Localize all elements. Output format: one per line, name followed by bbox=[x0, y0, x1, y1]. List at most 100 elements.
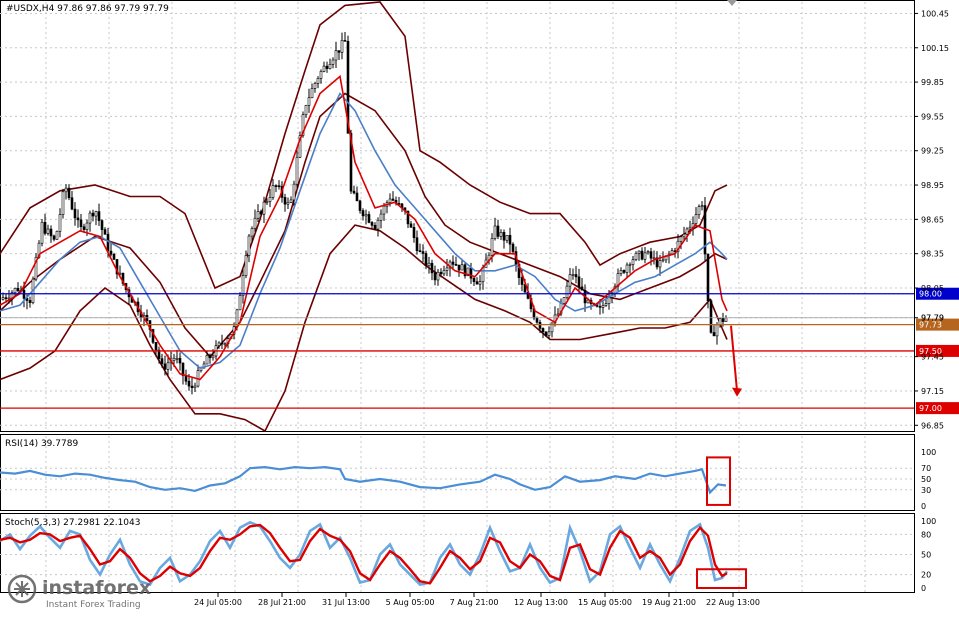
candle-down bbox=[577, 276, 581, 288]
candle-up bbox=[382, 205, 386, 215]
candle-down bbox=[16, 287, 20, 292]
candle-down bbox=[424, 253, 428, 266]
candle-down bbox=[415, 237, 419, 251]
candle-down bbox=[496, 225, 500, 237]
candle-up bbox=[568, 274, 572, 287]
stoch-tick-label: 100 bbox=[921, 517, 936, 526]
candle-down bbox=[439, 271, 443, 275]
candle-down bbox=[358, 200, 362, 211]
y-tick-label: 100.45 bbox=[921, 9, 949, 18]
candle-up bbox=[493, 225, 497, 239]
candle-up bbox=[55, 231, 59, 240]
candle-down bbox=[361, 210, 365, 217]
candle-down bbox=[178, 357, 182, 364]
y-tick-label: 98.05 bbox=[921, 284, 944, 293]
candle-up bbox=[685, 228, 689, 235]
rsi-panel-frame bbox=[0, 434, 915, 511]
candle-down bbox=[283, 197, 287, 205]
rsi-tick-label: 30 bbox=[921, 486, 931, 495]
candle-up bbox=[328, 64, 332, 69]
y-tick-label: 97.45 bbox=[921, 353, 944, 362]
candle-up bbox=[565, 285, 569, 299]
candle-up bbox=[499, 232, 503, 237]
main-panel-frame bbox=[0, 0, 915, 432]
candle-down bbox=[373, 225, 377, 230]
candle-up bbox=[601, 305, 605, 308]
candle-down bbox=[469, 267, 473, 279]
candle-up bbox=[217, 342, 221, 346]
candle-up bbox=[313, 83, 317, 89]
candle-down bbox=[391, 198, 395, 201]
y-tick-label: 99.85 bbox=[921, 78, 944, 87]
candle-down bbox=[325, 65, 329, 69]
candle-up bbox=[631, 259, 635, 265]
y-tick-label: 97.79 bbox=[921, 314, 944, 323]
candle-up bbox=[46, 228, 50, 234]
y-tick-label: 96.85 bbox=[921, 421, 944, 430]
candle-down bbox=[163, 363, 167, 370]
candle-up bbox=[364, 214, 368, 217]
candle-down bbox=[421, 251, 425, 254]
y-tick-label: 98.35 bbox=[921, 250, 944, 259]
candle-down bbox=[79, 219, 83, 228]
candle-up bbox=[58, 214, 62, 232]
candle-down bbox=[580, 286, 584, 291]
candle-down bbox=[208, 355, 212, 359]
y-tick-label: 98.95 bbox=[921, 181, 944, 190]
candle-up bbox=[682, 233, 686, 238]
candle-up bbox=[307, 97, 311, 106]
stoch-tick-label: 20 bbox=[921, 571, 931, 580]
candle-up bbox=[670, 250, 674, 255]
candle-up bbox=[376, 219, 380, 230]
candle-down bbox=[91, 212, 95, 217]
watermark-brand: instaforex bbox=[42, 577, 151, 599]
candle-up bbox=[172, 358, 176, 361]
candle-down bbox=[355, 192, 359, 202]
candle-down bbox=[70, 197, 74, 210]
candle-down bbox=[430, 262, 434, 274]
candle-up bbox=[436, 271, 440, 281]
candle-up bbox=[694, 214, 698, 224]
candle-down bbox=[433, 272, 437, 281]
candle-up bbox=[505, 235, 509, 241]
candle-down bbox=[511, 243, 515, 252]
candle-down bbox=[187, 380, 191, 387]
candle-up bbox=[460, 264, 464, 271]
candle-up bbox=[688, 226, 692, 230]
candle-up bbox=[442, 270, 446, 275]
level-price-label: 97.00 bbox=[919, 404, 942, 413]
candle-up bbox=[571, 274, 575, 276]
candle-down bbox=[502, 232, 506, 241]
candle-down bbox=[598, 306, 602, 308]
x-tick-label: 5 Aug 05:00 bbox=[386, 598, 435, 607]
chart-window[interactable]: 98.00 97.73 97.50 97.00 97.79 100.45 100.15 99… bbox=[0, 0, 959, 613]
candle-up bbox=[661, 259, 665, 262]
candle-up bbox=[604, 303, 608, 306]
candle-up bbox=[322, 65, 326, 72]
candle-up bbox=[445, 267, 449, 271]
candle-down bbox=[160, 358, 164, 365]
candle-down bbox=[109, 250, 113, 255]
y-tick-label: 100.15 bbox=[921, 44, 949, 53]
price-chart-svg[interactable]: 98.0097.7397.5097.0097.79 100.45100.1599… bbox=[0, 0, 959, 613]
candle-up bbox=[1, 297, 5, 300]
candle-up bbox=[625, 264, 629, 273]
y-tick-label: 99.25 bbox=[921, 147, 944, 156]
x-tick-label: 24 Jul 05:00 bbox=[194, 598, 242, 607]
candle-up bbox=[271, 185, 275, 198]
candle-down bbox=[454, 264, 458, 266]
candle-up bbox=[247, 235, 251, 256]
candle-down bbox=[412, 227, 416, 238]
candle-up bbox=[211, 355, 215, 359]
candle-up bbox=[265, 201, 269, 203]
candle-up bbox=[292, 183, 296, 201]
candle-down bbox=[28, 300, 32, 303]
candle-up bbox=[64, 187, 68, 193]
candle-up bbox=[241, 275, 245, 296]
candle-down bbox=[709, 300, 713, 333]
candle-up bbox=[88, 212, 92, 224]
candle-up bbox=[316, 78, 320, 84]
x-tick-label: 31 Jul 13:00 bbox=[322, 598, 370, 607]
candle-up bbox=[289, 199, 293, 203]
candle-down bbox=[508, 235, 512, 245]
